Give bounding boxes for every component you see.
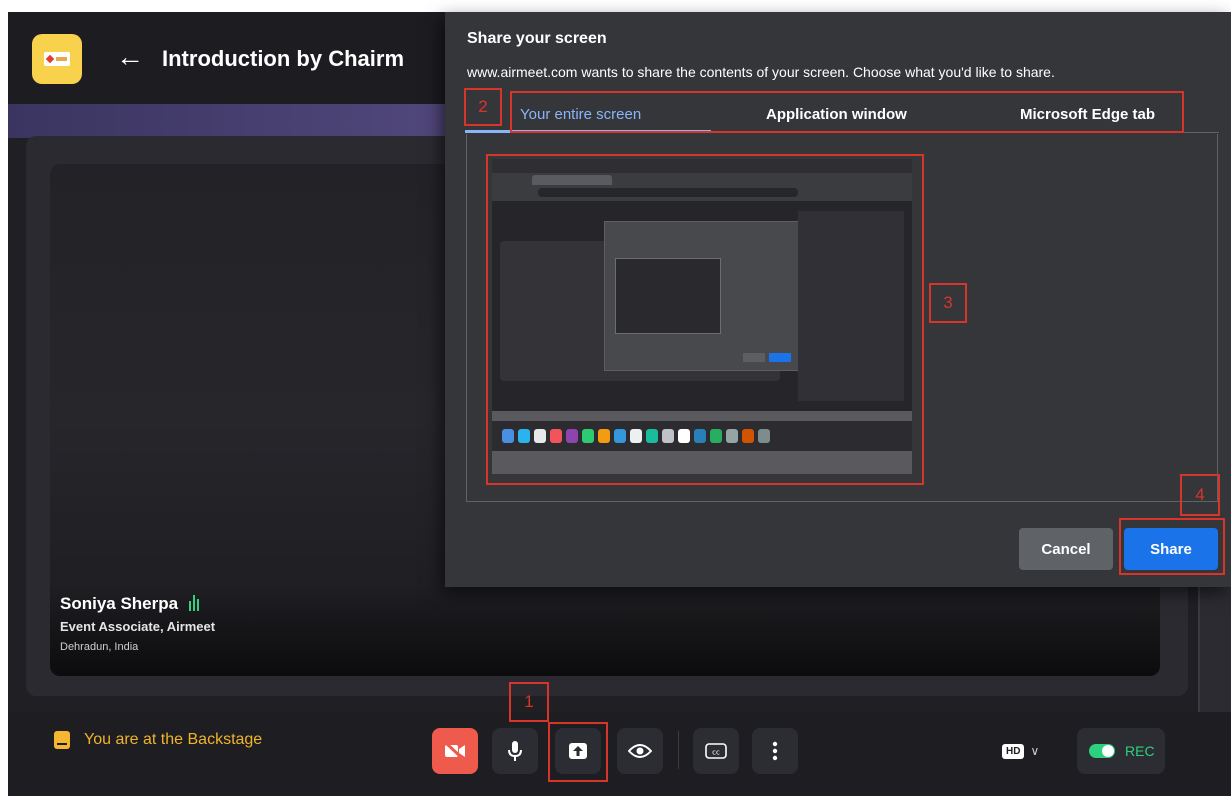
annotation-box-tabs [510, 91, 1184, 133]
more-vertical-icon [772, 741, 778, 761]
mic-icon [508, 741, 522, 761]
recording-toggle[interactable]: REC [1077, 728, 1165, 774]
video-quality-select[interactable]: HD ∨ [1002, 731, 1039, 771]
cancel-button[interactable]: Cancel [1019, 528, 1113, 570]
video-off-icon [444, 742, 465, 760]
eye-icon [628, 744, 652, 758]
microphone-button[interactable] [492, 728, 538, 774]
captions-button[interactable]: cc [693, 728, 739, 774]
more-options-button[interactable] [752, 728, 798, 774]
annotation-number-2: 2 [464, 88, 502, 126]
note-icon [54, 731, 70, 749]
annotation-box-share-screen [548, 722, 608, 782]
speaker-name-row: Soniya Sherpa [60, 594, 201, 616]
annotation-number-1: 1 [509, 682, 549, 722]
svg-text:cc: cc [712, 749, 720, 757]
stage-gradient [50, 586, 1160, 676]
cc-icon: cc [705, 743, 727, 759]
annotation-box-share [1119, 518, 1225, 575]
view-mode-button[interactable] [617, 728, 663, 774]
speaker-role: Event Associate, Airmeet [60, 619, 216, 634]
event-logo[interactable] [32, 34, 82, 84]
speaker-name: Soniya Sherpa [60, 594, 179, 613]
back-arrow-icon[interactable]: ← [116, 42, 144, 72]
annotation-box-thumbnail [486, 154, 924, 485]
rec-label: REC [1125, 743, 1155, 759]
speaker-location: Dehradun, India [60, 641, 139, 653]
logo-mark-icon [44, 52, 70, 66]
backstage-text: You are at the Backstage [84, 731, 263, 748]
hd-badge: HD [1002, 743, 1025, 759]
control-divider [678, 731, 679, 769]
toggle-switch-icon [1089, 744, 1115, 758]
annotation-number-4: 4 [1180, 474, 1220, 516]
session-title: Introduction by Chairm [162, 46, 404, 71]
chevron-down-icon: ∨ [1030, 744, 1040, 758]
camera-toggle-button[interactable] [432, 728, 478, 774]
audio-level-icon [188, 595, 201, 616]
annotation-number-3: 3 [929, 283, 967, 323]
dialog-description: www.airmeet.com wants to share the conte… [467, 64, 1055, 80]
dialog-title: Share your screen [467, 30, 607, 47]
backstage-indicator: You are at the Backstage [54, 731, 262, 749]
